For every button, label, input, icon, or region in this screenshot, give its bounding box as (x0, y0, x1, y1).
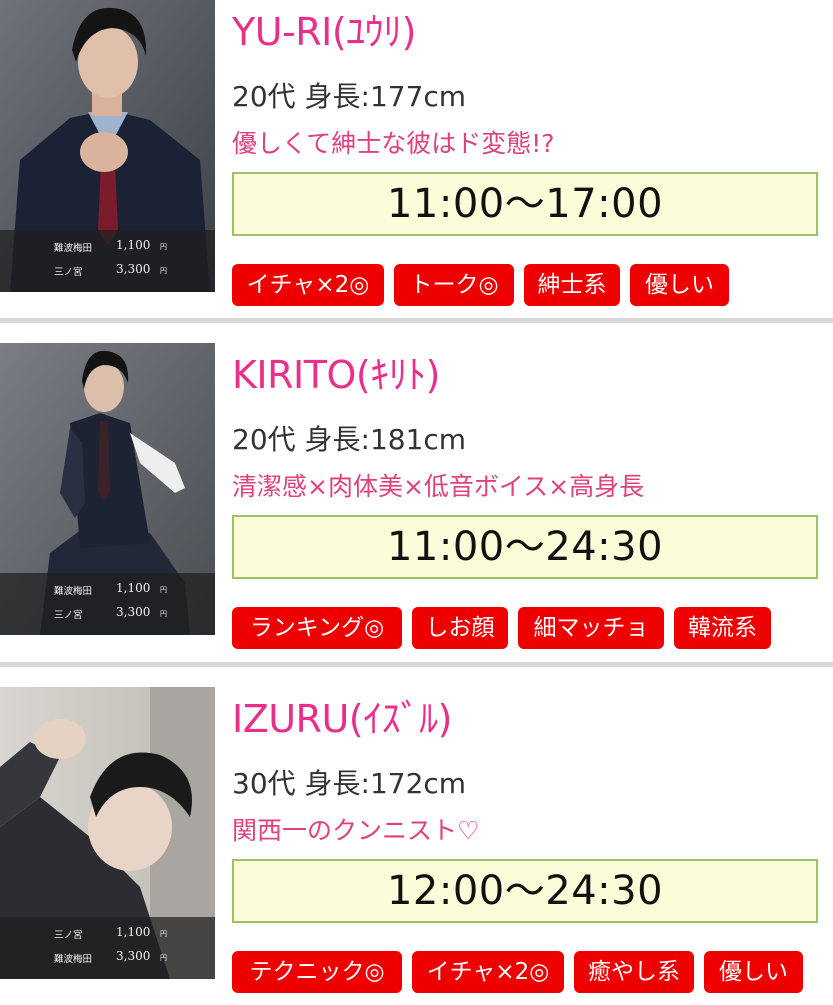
tag-badge: イチャ×2◎ (232, 264, 384, 306)
tag-badge: テクニック◎ (232, 951, 402, 993)
cast-spec: 20代 身長:181cm (232, 423, 467, 456)
price-unit: 円 (160, 267, 167, 275)
tag-badge: しお顔 (412, 607, 508, 649)
cast-catchphrase: 優しくて紳士な彼はド変態!? (232, 129, 555, 158)
tag-badge: ランキング◎ (232, 607, 402, 649)
price-value: 1,100 (116, 581, 151, 595)
price-value: 3,300 (116, 262, 151, 276)
price-area: 三ノ宮 (54, 610, 83, 621)
cast-catchphrase: 清潔感×肉体美×低音ボイス×高身長 (232, 472, 645, 501)
price-unit: 円 (160, 243, 167, 251)
tag-badge: イチャ×2◎ (412, 951, 564, 993)
price-row: 難波梅田 1,100 円 (0, 236, 215, 258)
price-row: 三ノ宮 1,100 円 (0, 923, 215, 945)
tag-badge: トーク◎ (394, 264, 514, 306)
price-unit: 円 (160, 930, 167, 938)
cast-name[interactable]: KIRITO(ｷﾘﾄ) (232, 353, 441, 397)
cast-catchphrase: 関西一のクンニスト♡ (232, 816, 480, 845)
price-area: 難波梅田 (54, 243, 93, 254)
tag-badge: 癒やし系 (574, 951, 694, 993)
tag-badge: 優しい (630, 264, 729, 306)
cast-photo[interactable]: 難波梅田 1,100 円 三ノ宮 3,300 円 (0, 343, 215, 635)
price-value: 3,300 (116, 605, 151, 619)
price-area: 三ノ宮 (54, 267, 83, 278)
cast-card[interactable]: 三ノ宮 1,100 円 難波梅田 3,300 円 IZURU(ｲｽﾞﾙ) 30代… (0, 687, 833, 1005)
cast-spec: 20代 身長:177cm (232, 80, 467, 113)
price-area: 三ノ宮 (54, 930, 83, 941)
cast-photo[interactable]: 難波梅田 1,100 円 三ノ宮 3,300 円 (0, 0, 215, 292)
price-row: 難波梅田 3,300 円 (0, 947, 215, 969)
tag-badge: 韓流系 (674, 607, 771, 649)
price-box: 難波梅田 1,100 円 三ノ宮 3,300 円 (0, 573, 215, 635)
price-row: 三ノ宮 3,300 円 (0, 260, 215, 282)
price-value: 1,100 (116, 238, 151, 252)
price-row: 三ノ宮 3,300 円 (0, 603, 215, 625)
price-unit: 円 (160, 586, 167, 594)
price-area: 難波梅田 (54, 586, 93, 597)
price-box: 難波梅田 1,100 円 三ノ宮 3,300 円 (0, 230, 215, 292)
tag-badge: 優しい (704, 951, 803, 993)
price-value: 3,300 (116, 949, 151, 963)
cast-photo[interactable]: 三ノ宮 1,100 円 難波梅田 3,300 円 (0, 687, 215, 979)
cast-card[interactable]: 難波梅田 1,100 円 三ノ宮 3,300 円 KIRITO(ｷﾘﾄ) 20代… (0, 343, 833, 661)
cast-card[interactable]: 難波梅田 1,100 円 三ノ宮 3,300 円 YU-RI(ﾕｳﾘ) 20代 … (0, 0, 833, 318)
cast-name[interactable]: YU-RI(ﾕｳﾘ) (232, 10, 417, 54)
cast-spec: 30代 身長:172cm (232, 767, 467, 800)
shift-time: 11:00〜17:00 (232, 172, 818, 236)
tag-badge: 紳士系 (524, 264, 620, 306)
shift-time: 11:00〜24:30 (232, 515, 818, 579)
shift-time: 12:00〜24:30 (232, 859, 818, 923)
card-divider (0, 662, 833, 667)
price-box: 三ノ宮 1,100 円 難波梅田 3,300 円 (0, 917, 215, 979)
card-divider (0, 318, 833, 323)
price-unit: 円 (160, 610, 167, 618)
price-area: 難波梅田 (54, 954, 93, 965)
price-unit: 円 (160, 954, 167, 962)
cast-name[interactable]: IZURU(ｲｽﾞﾙ) (232, 697, 452, 741)
tag-badge: 細マッチョ (518, 607, 664, 649)
price-row: 難波梅田 1,100 円 (0, 579, 215, 601)
price-value: 1,100 (116, 925, 151, 939)
